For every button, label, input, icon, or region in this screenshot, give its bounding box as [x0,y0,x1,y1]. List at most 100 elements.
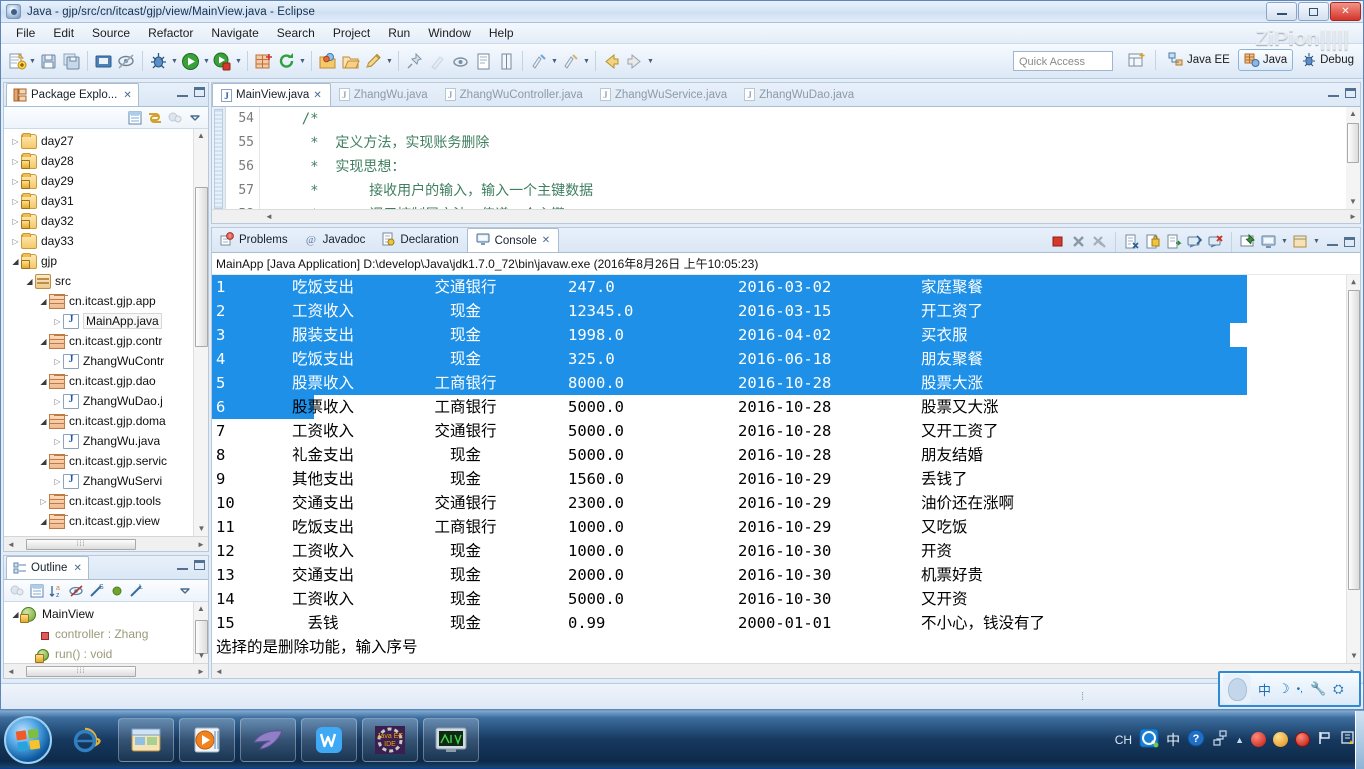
red-stop-icon[interactable] [1295,732,1310,747]
package-explorer-vscrollbar[interactable]: ▲ ▼ [193,129,208,536]
toolbox-icon[interactable]: ⛭ [1333,681,1343,697]
focus-active-task-icon[interactable] [8,582,26,600]
scroll-up-icon[interactable]: ▲ [194,602,208,616]
twisty-collapsed-icon[interactable]: ▷ [10,197,21,206]
display-selected-console-menu-icon[interactable]: ▼ [1280,231,1289,252]
tab-outline[interactable]: Outline ✕ [6,556,89,579]
package-explorer-hscrollbar[interactable]: ◄ ⁞⁞⁞ ► [4,536,208,551]
twisty-collapsed-icon[interactable]: ▷ [10,157,21,166]
tree-item[interactable]: ▷ZhangWuContr [4,351,208,371]
hscroll-track[interactable] [226,665,1346,678]
toggle-breadcrumb-icon[interactable] [116,51,137,72]
tree-item[interactable]: ◢cn.itcast.gjp.dao [4,371,208,391]
console-vscrollbar[interactable]: ▲ ▼ [1346,275,1360,663]
show-desktop-button[interactable] [1355,711,1364,769]
hscroll-thumb[interactable]: ⁞⁞⁞ [26,539,136,550]
maximize-icon[interactable] [194,560,205,570]
tree-item[interactable]: ◢src [4,271,208,291]
console-tab-declaration[interactable]: Declaration [373,228,466,252]
moon-icon[interactable]: ☽ [1278,681,1290,697]
menu-item-edit[interactable]: Edit [44,24,83,42]
flag-icon[interactable] [1317,730,1333,749]
hide-fields-icon[interactable] [68,582,86,600]
new-java-package-icon[interactable] [253,51,274,72]
close-button[interactable]: ✕ [1330,2,1361,21]
scroll-down-icon[interactable]: ▼ [1347,649,1360,663]
taskbar-media-player[interactable] [179,718,235,762]
tree-item[interactable]: ▷day31 [4,191,208,211]
outline-vscrollbar[interactable]: ▲ ▼ [193,602,208,663]
minimize-icon[interactable] [1328,88,1339,97]
minimize-icon[interactable] [1327,237,1338,246]
tree-item[interactable]: ▷day27 [4,131,208,151]
qq-icon[interactable] [1139,728,1159,751]
scroll-right-icon[interactable]: ► [1346,212,1360,221]
scroll-up-icon[interactable]: ▲ [194,129,208,143]
network-icon[interactable] [1212,730,1228,749]
open-task-icon[interactable] [340,51,361,72]
print-icon[interactable] [93,51,114,72]
editor-tab-zhangwucontroller[interactable]: ZhangWuController.java [437,83,592,106]
show-console-on-error-icon[interactable] [1206,232,1225,251]
close-icon[interactable]: ✕ [542,235,550,246]
scroll-thumb[interactable] [195,187,208,347]
menu-item-source[interactable]: Source [83,24,139,42]
start-button[interactable] [4,716,52,764]
hide-nonpublic-icon[interactable] [108,582,126,600]
collapse-all-icon[interactable] [28,582,46,600]
scroll-thumb[interactable] [1348,290,1360,590]
menu-item-project[interactable]: Project [324,24,379,42]
scroll-left-icon[interactable]: ◄ [262,212,276,221]
twisty-collapsed-icon[interactable]: ▷ [38,497,49,506]
close-icon[interactable]: ✕ [73,563,81,574]
open-perspective-icon[interactable] [1126,50,1147,71]
twisty-expanded-icon[interactable]: ◢ [10,257,21,266]
maximize-button[interactable] [1298,2,1329,21]
taskbar-wps-writer[interactable] [301,718,357,762]
back-icon[interactable] [601,51,622,72]
display-selected-console-icon[interactable] [1259,232,1278,251]
tree-item[interactable]: ▷ZhangWuDao.j [4,391,208,411]
console-tab-javadoc[interactable]: @Javadoc [296,228,374,252]
twisty-expanded-icon[interactable]: ◢ [38,457,49,466]
twisty-collapsed-icon[interactable]: ▷ [10,217,21,226]
maximize-icon[interactable] [1344,237,1355,247]
remove-launch-icon[interactable] [1069,232,1088,251]
tree-item[interactable]: ▷ZhangWu.java [4,431,208,451]
outline-item[interactable]: ◢MainView [4,604,208,624]
minimize-icon[interactable] [177,88,188,97]
toggle-mark-occurrences-icon[interactable] [450,51,471,72]
qq-pinyin-icon[interactable] [1223,674,1251,704]
maximize-icon[interactable] [1345,88,1356,98]
outline-item[interactable]: run() : void [4,644,208,663]
chinese-input-icon[interactable]: 中 [1166,730,1180,750]
twisty-collapsed-icon[interactable]: ▷ [52,437,63,446]
scroll-left-icon[interactable]: ◄ [4,667,18,676]
tree-item[interactable]: ▷MainApp.java [4,311,208,331]
hide-local-types-icon[interactable]: L [128,582,146,600]
action-center-icon[interactable] [1340,730,1356,749]
scroll-down-icon[interactable]: ▼ [194,522,208,536]
open-type-icon[interactable] [317,51,338,72]
ime-toolbar[interactable]: 中 ☽ •, 🔧 ⛭ [1218,671,1361,707]
twisty-expanded-icon[interactable]: ◢ [38,337,49,346]
collapse-all-icon[interactable] [126,109,144,127]
open-console-icon[interactable] [1291,232,1310,251]
toggle-block-selection-icon[interactable] [496,51,517,72]
tree-item[interactable]: ▷day33 [4,231,208,251]
focus-active-task-icon[interactable] [166,109,184,127]
outline-item[interactable]: controller : Zhang [4,624,208,644]
help-icon[interactable]: ? [1187,729,1205,750]
scroll-right-icon[interactable]: ► [194,667,208,676]
new-wizard-dropdown-icon[interactable]: ▼ [28,51,37,72]
tree-item[interactable]: ▷day28 [4,151,208,171]
save-icon[interactable] [38,51,59,72]
tree-item[interactable]: ◢cn.itcast.gjp.doma [4,411,208,431]
previous-annotation-icon[interactable] [528,51,549,72]
editor-vscrollbar[interactable]: ▲ ▼ [1346,107,1360,209]
twisty-expanded-icon[interactable]: ◢ [24,277,35,286]
perspective-java-ee[interactable]: Java EE [1163,50,1235,70]
tree-item[interactable]: ▷cn.itcast.gjp.tools [4,491,208,511]
open-console-menu-icon[interactable]: ▼ [1312,231,1321,252]
scroll-right-icon[interactable]: ► [194,540,208,549]
